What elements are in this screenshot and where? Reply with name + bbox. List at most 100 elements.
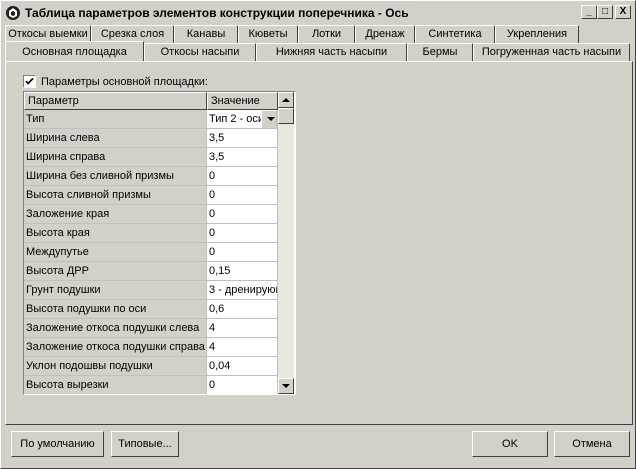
param-name-cell: Высота края xyxy=(24,224,207,243)
table-row[interactable]: Высота сливной призмы 0 xyxy=(24,186,295,205)
arrow-down-icon xyxy=(282,384,290,388)
params-checkbox-label: Параметры основной площадки: xyxy=(41,75,208,88)
table-row[interactable]: Заложение откоса подушки слева 4 xyxy=(24,319,295,338)
tab-pogruzhennaya-chast-nasypi[interactable]: Погруженная часть насыпи xyxy=(473,43,630,61)
param-name-cell: Заложение откоса подушки справа xyxy=(24,338,207,357)
param-name-cell: Уклон подошвы подушки xyxy=(24,357,207,376)
ok-button[interactable]: OK xyxy=(472,431,548,457)
param-name-cell: Междупутье xyxy=(24,243,207,262)
tab-otkosy-nasypi[interactable]: Откосы насыпи xyxy=(144,43,256,61)
param-name-cell: Заложение откоса подушки слева xyxy=(24,319,207,338)
grid-scrollbar[interactable] xyxy=(278,92,294,394)
tab-lotki[interactable]: Лотки xyxy=(298,25,355,43)
param-value-text: 4 xyxy=(209,322,216,334)
param-name-cell: Ширина без сливной призмы xyxy=(24,167,207,186)
dialog-window: Таблица параметров элементов конструкции… xyxy=(0,0,636,469)
param-value-cell[interactable]: 0 xyxy=(207,167,278,186)
table-row[interactable]: Грунт подушки 3 - дренирующ xyxy=(24,281,295,300)
param-value-cell[interactable]: 4 xyxy=(207,319,278,338)
scroll-up-button[interactable] xyxy=(278,92,294,108)
param-name-cell: Тип xyxy=(24,110,207,129)
param-name-cell: Высота вырезки xyxy=(24,376,207,394)
param-value-cell[interactable]: 0,6 xyxy=(207,300,278,319)
params-checkbox[interactable] xyxy=(23,75,36,88)
param-value-text: 3 - дренирующ xyxy=(209,284,278,296)
tab-sintetika[interactable]: Синтетика xyxy=(415,25,495,43)
typical-button[interactable]: Типовые... xyxy=(111,431,179,457)
param-value-cell[interactable]: 0 xyxy=(207,376,278,394)
param-name-cell: Ширина слева xyxy=(24,129,207,148)
tab-osnovnaya-ploshchadka[interactable]: Основная площадка xyxy=(5,41,144,61)
scroll-thumb[interactable] xyxy=(278,108,294,124)
minimize-button[interactable]: _ xyxy=(581,5,597,19)
param-value-cell[interactable]: 0 xyxy=(207,224,278,243)
grid-header: Параметр Значение xyxy=(24,92,295,110)
tab-nizhnyaya-chast-nasypi[interactable]: Нижняя часть насыпи xyxy=(256,43,407,61)
title-bar[interactable]: Таблица параметров элементов конструкции… xyxy=(3,3,633,23)
param-value-cell[interactable]: 3,5 xyxy=(207,129,278,148)
param-value-text: Тип 2 - оси xyxy=(209,113,265,125)
tab-row-2: Основная площадка Откосы насыпи Нижняя ч… xyxy=(5,41,630,61)
tab-drenazh[interactable]: Дренаж xyxy=(355,25,415,43)
table-row[interactable]: Междупутье 0 xyxy=(24,243,295,262)
maximize-button[interactable]: □ xyxy=(597,5,613,19)
param-value-combo[interactable]: Тип 2 - оси xyxy=(207,110,278,129)
table-row[interactable]: Ширина слева 3,5 xyxy=(24,129,295,148)
combo-dropdown-button[interactable] xyxy=(261,110,277,128)
table-row[interactable]: Тип Тип 2 - оси xyxy=(24,110,295,129)
scroll-down-button[interactable] xyxy=(278,378,294,394)
tab-ukrepleniya[interactable]: Укрепления xyxy=(495,25,579,43)
grid-body: Тип Тип 2 - оси Ширина слева 3,5 Ширина спра… xyxy=(24,110,295,394)
param-value-cell[interactable]: 3 - дренирующ xyxy=(207,281,278,300)
param-name-cell: Высота подушки по оси xyxy=(24,300,207,319)
table-row[interactable]: Ширина справа 3,5 xyxy=(24,148,295,167)
param-value-cell[interactable]: 0 xyxy=(207,205,278,224)
table-row[interactable]: Ширина без сливной призмы 0 xyxy=(24,167,295,186)
param-value-text: 0 xyxy=(209,227,216,239)
tab-bermy[interactable]: Бермы xyxy=(407,43,473,61)
chevron-down-icon xyxy=(267,117,275,121)
param-value-cell[interactable]: 0 xyxy=(207,186,278,205)
params-grid: Параметр Значение Тип Тип 2 - оси Ширина с… xyxy=(23,91,296,395)
param-value-cell[interactable]: 0,04 xyxy=(207,357,278,376)
param-name-cell: Высота ДРР xyxy=(24,262,207,281)
param-value-text: 0 xyxy=(209,170,216,182)
table-row[interactable]: Высота подушки по оси 0,6 xyxy=(24,300,295,319)
table-row[interactable]: Высота ДРР 0,15 xyxy=(24,262,295,281)
table-row[interactable]: Заложение края 0 xyxy=(24,205,295,224)
tab-kanavy[interactable]: Канавы xyxy=(174,25,238,43)
col-header-value[interactable]: Значение xyxy=(207,92,278,110)
param-value-text: 0,15 xyxy=(209,265,231,277)
param-value-text: 3,5 xyxy=(209,132,225,144)
tab-kyuvety[interactable]: Кюветы xyxy=(238,25,298,43)
table-row[interactable]: Высота вырезки 0 xyxy=(24,376,295,394)
table-row[interactable]: Уклон подошвы подушки 0,04 xyxy=(24,357,295,376)
param-value-text: 3,5 xyxy=(209,151,225,163)
window-title: Таблица параметров элементов конструкции… xyxy=(25,6,409,20)
param-name-cell: Грунт подушки xyxy=(24,281,207,300)
checkmark-icon xyxy=(25,77,34,85)
param-value-text: 0 xyxy=(209,189,216,201)
col-header-param[interactable]: Параметр xyxy=(24,92,207,110)
param-value-text: 0,04 xyxy=(209,360,231,372)
param-value-text: 0 xyxy=(209,379,216,391)
table-row[interactable]: Высота края 0 xyxy=(24,224,295,243)
param-name-cell: Высота сливной призмы xyxy=(24,186,207,205)
params-checkbox-row[interactable]: Параметры основной площадки: xyxy=(23,75,208,88)
param-value-text: 4 xyxy=(209,341,216,353)
param-value-cell[interactable]: 4 xyxy=(207,338,278,357)
param-name-cell: Ширина справа xyxy=(24,148,207,167)
param-value-text: 0 xyxy=(209,208,216,220)
cancel-button[interactable]: Отмена xyxy=(554,431,630,457)
param-name-cell: Заложение края xyxy=(24,205,207,224)
table-row[interactable]: Заложение откоса подушки справа 4 xyxy=(24,338,295,357)
app-icon xyxy=(6,6,20,20)
param-value-cell[interactable]: 0 xyxy=(207,243,278,262)
default-button[interactable]: По умолчанию xyxy=(11,431,104,457)
param-value-text: 0 xyxy=(209,246,216,258)
arrow-up-icon xyxy=(282,98,290,102)
close-button[interactable]: X xyxy=(615,5,631,19)
param-value-cell[interactable]: 0,15 xyxy=(207,262,278,281)
param-value-text: 0,6 xyxy=(209,303,225,315)
param-value-cell[interactable]: 3,5 xyxy=(207,148,278,167)
